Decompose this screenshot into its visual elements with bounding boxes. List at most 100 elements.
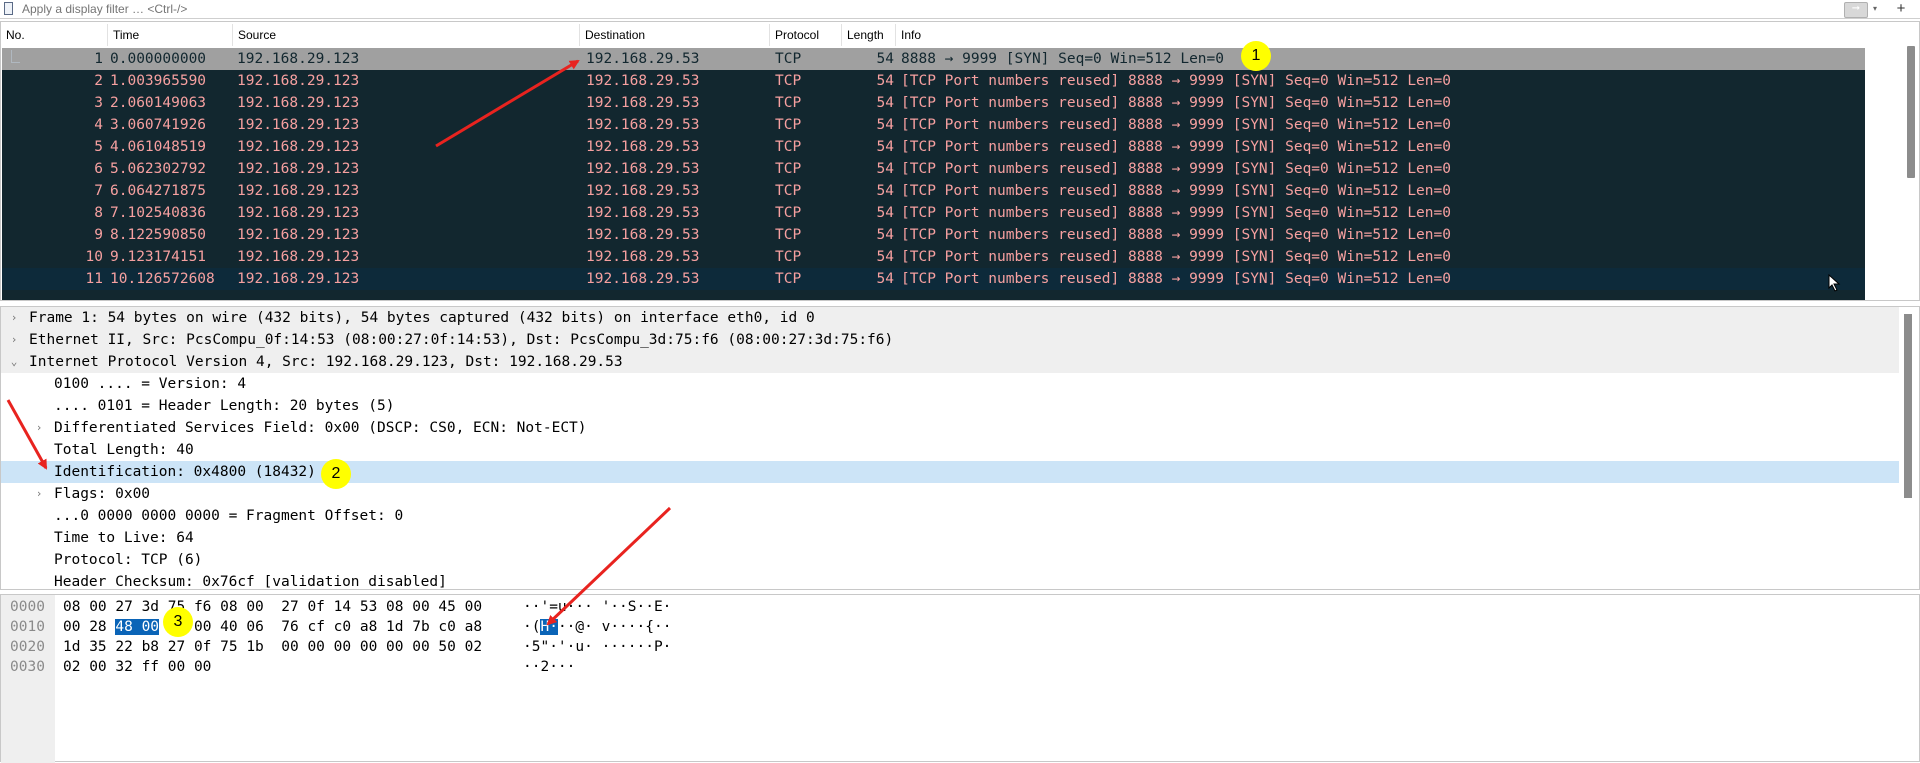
cell-time: 1.003965590 (110, 73, 207, 89)
hex-group[interactable]: 08 00 27 3d 75 f6 08 00 (63, 599, 264, 615)
hex-bytes-row[interactable]: 00 28 48 00 00 00 40 06 76 cf c0 a8 1d 7… (63, 617, 482, 637)
cell-destination: 192.168.29.53 (586, 117, 700, 133)
detail-row[interactable]: › Differentiated Services Field: 0x00 (DS… (1, 417, 1899, 439)
byte-offset: 0010 (10, 619, 45, 635)
display-filter-input[interactable] (22, 0, 1822, 18)
packet-row[interactable]: 7 6.064271875 192.168.29.123 192.168.29.53 T… (2, 180, 1865, 202)
column-header-protocol[interactable]: Protocol (770, 24, 842, 46)
cell-destination: 192.168.29.53 (586, 73, 700, 89)
cell-source: 192.168.29.123 (237, 117, 360, 133)
detail-row[interactable]: ...0 0000 0000 0000 = Fragment Offset: 0 (1, 505, 1899, 527)
cell-protocol: TCP (775, 95, 802, 111)
collapse-chevron-icon[interactable]: ⌄ (8, 351, 20, 373)
cell-length: 54 (876, 205, 894, 221)
cell-source: 192.168.29.123 (237, 139, 360, 155)
annotation-badge-1: 1 (1241, 41, 1271, 71)
expand-chevron-icon[interactable]: › (33, 483, 45, 505)
selected-hex-bytes[interactable]: 48 00 (115, 619, 160, 635)
ascii-bytes-row[interactable]: ·5"·'·u· ······P· (523, 637, 671, 657)
cell-time: 0.000000000 (110, 51, 207, 67)
packet-list-scroll-thumb[interactable] (1907, 46, 1915, 178)
hex-bytes-row[interactable]: 1d 35 22 b8 27 0f 75 1b 00 00 00 00 00 0… (63, 637, 482, 657)
bookmark-icon[interactable] (4, 2, 13, 15)
cell-source: 192.168.29.123 (237, 161, 360, 177)
hex-group[interactable]: 1d 35 22 b8 27 0f 75 1b (63, 639, 264, 655)
hex-group[interactable]: 00 28 (63, 619, 115, 635)
detail-row[interactable]: Total Length: 40 (1, 439, 1899, 461)
cell-time: 2.060149063 (110, 95, 207, 111)
detail-row[interactable]: › Flags: 0x00 (1, 483, 1899, 505)
hex-bytes-row[interactable]: 08 00 27 3d 75 f6 08 00 27 0f 14 53 08 0… (63, 597, 482, 617)
packet-row[interactable]: 5 4.061048519 192.168.29.123 192.168.29.53 T… (2, 136, 1865, 158)
byte-offset: 0030 (10, 659, 45, 675)
detail-row[interactable]: Identification: 0x4800 (18432) (1, 461, 1899, 483)
hex-group[interactable]: 00 00 00 00 00 00 50 02 (281, 639, 482, 655)
packet-bytes-pane: 0000 08 00 27 3d 75 f6 08 00 27 0f 14 53… (0, 594, 1920, 763)
cell-time: 9.123174151 (110, 249, 207, 265)
cell-time: 6.064271875 (110, 183, 207, 199)
mouse-cursor-icon (1828, 274, 1841, 292)
details-scroll-thumb[interactable] (1904, 314, 1912, 498)
packet-list-rows: 1 0.000000000 192.168.29.123 192.168.29.53 T… (2, 48, 1865, 300)
packet-row[interactable]: 6 5.062302792 192.168.29.123 192.168.29.53 T… (2, 158, 1865, 180)
detail-row[interactable]: .... 0101 = Header Length: 20 bytes (5) (1, 395, 1899, 417)
conversation-bracket-icon (11, 50, 20, 63)
detail-text: ...0 0000 0000 0000 = Fragment Offset: 0 (54, 508, 404, 524)
detail-text: .... 0101 = Header Length: 20 bytes (5) (54, 398, 395, 414)
cell-no: 2 (94, 73, 103, 89)
detail-row[interactable]: Protocol: TCP (6) (1, 549, 1899, 571)
cell-length: 54 (876, 139, 894, 155)
expand-chevron-icon[interactable]: › (8, 329, 20, 351)
cell-info: [TCP Port numbers reused] 8888 → 9999 [S… (901, 161, 1451, 177)
cell-info: [TCP Port numbers reused] 8888 → 9999 [S… (901, 271, 1451, 287)
expand-chevron-icon[interactable]: › (8, 307, 20, 329)
packet-row[interactable]: 2 1.003965590 192.168.29.123 192.168.29.53 T… (2, 70, 1865, 92)
detail-row[interactable]: 0100 .... = Version: 4 (1, 373, 1899, 395)
packet-row[interactable]: 4 3.060741926 192.168.29.123 192.168.29.53 T… (2, 114, 1865, 136)
packet-row[interactable]: 3 2.060149063 192.168.29.123 192.168.29.53 T… (2, 92, 1865, 114)
packet-row[interactable]: 9 8.122590850 192.168.29.123 192.168.29.53 T… (2, 224, 1865, 246)
cell-length: 54 (876, 117, 894, 133)
detail-row[interactable]: Header Checksum: 0x76cf [validation disa… (1, 571, 1899, 593)
cell-info: [TCP Port numbers reused] 8888 → 9999 [S… (901, 117, 1451, 133)
add-filter-button[interactable]: + (1893, 0, 1909, 18)
hex-bytes-row[interactable]: 02 00 32 ff 00 00 (63, 657, 211, 677)
cell-info: [TCP Port numbers reused] 8888 → 9999 [S… (901, 139, 1451, 155)
hex-group[interactable]: 76 cf c0 a8 1d 7b c0 a8 (281, 619, 482, 635)
hex-group[interactable]: 27 0f 14 53 08 00 45 00 (281, 599, 482, 615)
apply-filter-arrow-icon[interactable]: ➞ (1844, 2, 1868, 18)
packet-row-selected[interactable]: 1 0.000000000 192.168.29.123 192.168.29.53 T… (2, 48, 1865, 70)
column-header-info[interactable]: Info (896, 24, 1866, 46)
detail-row[interactable]: ⌄ Internet Protocol Version 4, Src: 192.1… (1, 351, 1899, 373)
filter-history-dropdown-icon[interactable]: ▾ (1870, 1, 1880, 17)
packet-row[interactable]: 10 9.123174151 192.168.29.123 192.168.29.53… (2, 246, 1865, 268)
column-header-source[interactable]: Source (233, 24, 580, 46)
column-header-destination[interactable]: Destination (580, 24, 770, 46)
column-header-no[interactable]: No. (1, 24, 108, 46)
cell-protocol: TCP (775, 183, 802, 199)
ascii-group[interactable]: ··@· v····{·· (558, 619, 672, 635)
detail-text: Identification: 0x4800 (18432) (54, 464, 316, 480)
column-header-time[interactable]: Time (108, 24, 233, 46)
cell-no: 3 (94, 95, 103, 111)
detail-row[interactable]: › Ethernet II, Src: PcsCompu_0f:14:53 (08… (1, 329, 1899, 351)
detail-text: Differentiated Services Field: 0x00 (DSC… (54, 420, 587, 436)
column-header-length[interactable]: Length (842, 24, 896, 46)
detail-text: Flags: 0x00 (54, 486, 151, 502)
packet-row[interactable]: 8 7.102540836 192.168.29.123 192.168.29.53 T… (2, 202, 1865, 224)
detail-row[interactable]: Time to Live: 64 (1, 527, 1899, 549)
ascii-bytes-row[interactable]: ·(H···@· v····{·· (523, 617, 671, 637)
detail-row[interactable]: › Frame 1: 54 bytes on wire (432 bits), 5… (1, 307, 1899, 329)
cell-destination: 192.168.29.53 (586, 161, 700, 177)
cell-time: 8.122590850 (110, 227, 207, 243)
cell-source: 192.168.29.123 (237, 51, 360, 67)
byte-offset: 0000 (10, 599, 45, 615)
ascii-bytes-row[interactable]: ··'=u··· '··S··E· (523, 597, 671, 617)
hex-group[interactable]: 02 00 32 ff 00 00 (63, 659, 211, 675)
ascii-bytes-row[interactable]: ··2··· (523, 657, 575, 677)
packet-row[interactable]: 11 10.126572608 192.168.29.123 192.168.29.5… (2, 268, 1865, 290)
selected-ascii-bytes[interactable]: H· (540, 619, 558, 635)
cell-protocol: TCP (775, 249, 802, 265)
ascii-group[interactable]: ·( (523, 619, 540, 635)
expand-chevron-icon[interactable]: › (33, 417, 45, 439)
